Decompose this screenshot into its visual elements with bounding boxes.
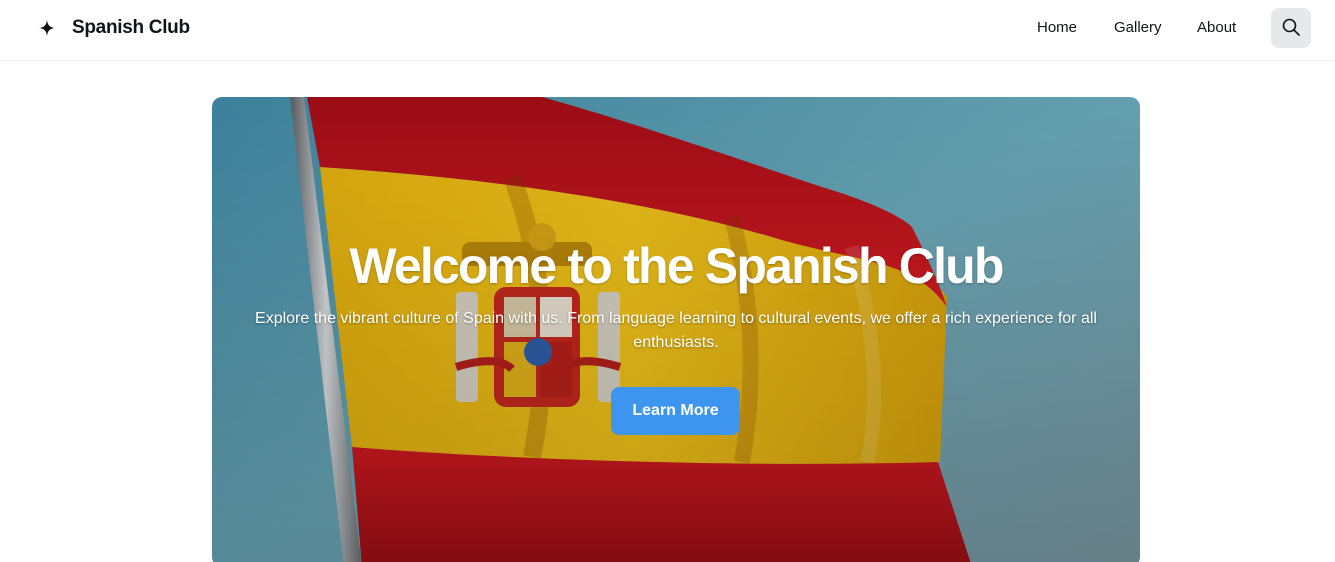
brand[interactable]: Spanish Club [38, 16, 190, 40]
hero-subtitle: Explore the vibrant culture of Spain wit… [255, 310, 1097, 351]
top-navigation-bar: Spanish Club Home Gallery About [0, 0, 1335, 61]
nav-link-about[interactable]: About [1197, 19, 1236, 39]
nav-link-gallery[interactable]: Gallery [1114, 19, 1162, 39]
brand-name: Spanish Club [72, 17, 190, 38]
search-button[interactable] [1271, 8, 1311, 48]
hero-title: Welcome to the Spanish Club [349, 238, 1004, 294]
hero-banner: Welcome to the Spanish Club Explore the … [212, 97, 1140, 562]
learn-more-button[interactable]: Learn More [611, 387, 740, 435]
sparkle-icon [38, 19, 56, 37]
search-icon [1281, 17, 1301, 40]
nav-link-home[interactable]: Home [1037, 19, 1077, 39]
